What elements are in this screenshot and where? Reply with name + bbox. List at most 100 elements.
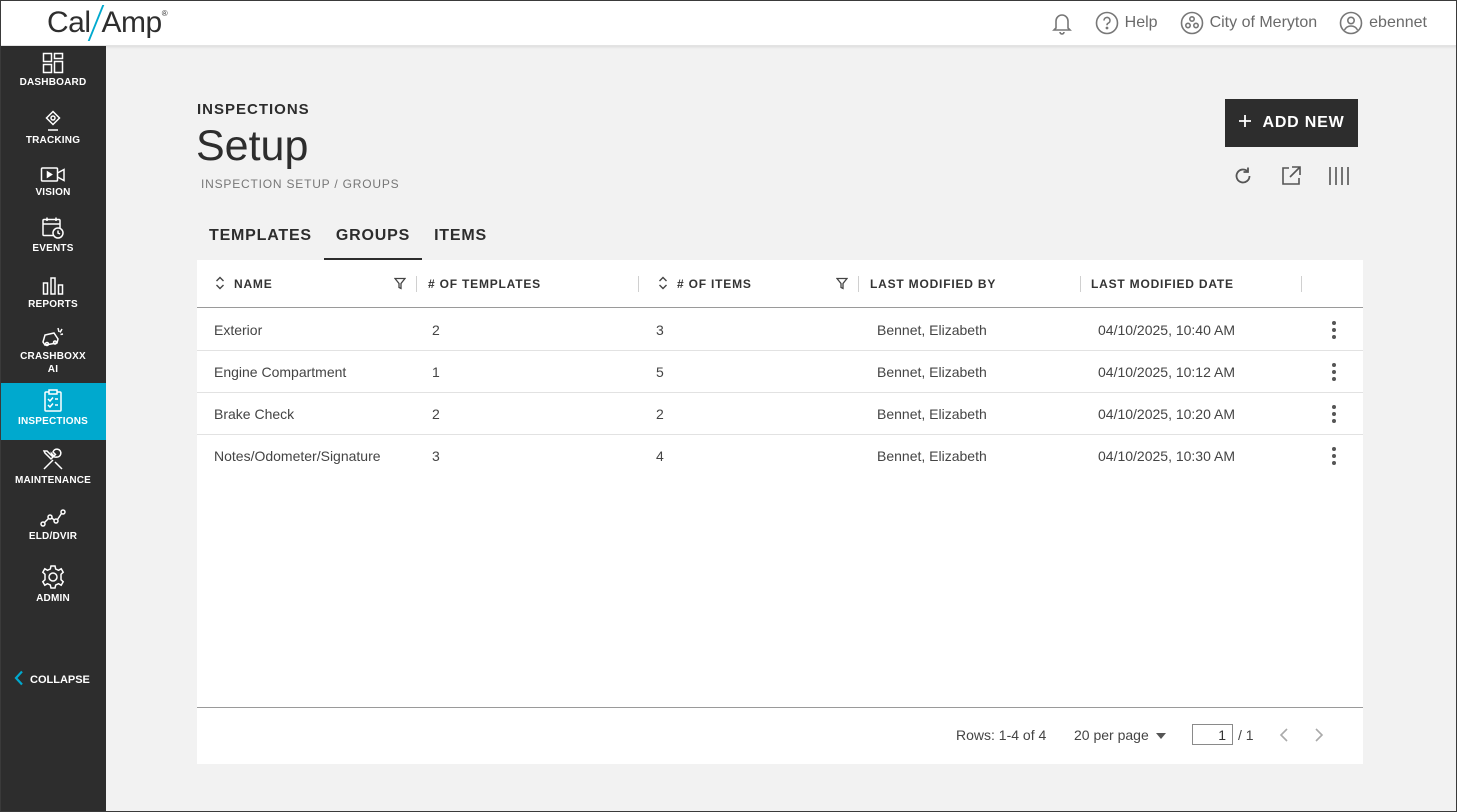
sidebar: DASHBOARD TRACKING VISION EVENTS REPORTS…: [0, 46, 106, 812]
per-page-select[interactable]: 20 per page: [1074, 727, 1167, 743]
user-avatar-icon: [1339, 11, 1363, 35]
section-label: INSPECTIONS: [197, 101, 310, 118]
cell-name: Brake Check: [214, 406, 295, 422]
tab-templates[interactable]: TEMPLATES: [197, 220, 324, 260]
sidebar-item-label: ELD/DVIR: [28, 531, 78, 542]
cell-items-count: 2: [656, 406, 664, 422]
cell-modified-by: Bennet, Elizabeth: [877, 406, 987, 422]
column-header-modified-by[interactable]: LAST MODIFIED BY: [870, 260, 996, 308]
sidebar-item-vision[interactable]: VISION: [0, 166, 106, 202]
column-separator[interactable]: [416, 276, 417, 292]
cell-name: Exterior: [214, 322, 263, 338]
tab-items[interactable]: ITEMS: [422, 220, 499, 260]
rows-info: Rows: 1-4 of 4: [956, 727, 1047, 743]
tab-bar: TEMPLATES GROUPS ITEMS: [197, 220, 499, 260]
filter-icon[interactable]: [835, 277, 849, 295]
cell-modified-date: 04/10/2025, 10:12 AM: [1098, 364, 1235, 380]
sidebar-item-eld-dvir[interactable]: ELD/DVIR: [0, 508, 106, 548]
sidebar-item-label: REPORTS: [28, 299, 78, 310]
column-separator[interactable]: [858, 276, 859, 292]
export-icon[interactable]: [1280, 165, 1302, 192]
help-icon: [1095, 11, 1119, 35]
column-separator[interactable]: [1301, 276, 1302, 292]
sidebar-item-reports[interactable]: REPORTS: [0, 276, 106, 314]
caret-down-icon: [1155, 727, 1167, 743]
column-separator[interactable]: [638, 276, 639, 292]
logo-text-right: Amp: [101, 6, 163, 39]
cell-templates-count: 1: [432, 364, 440, 380]
column-separator[interactable]: [1080, 276, 1081, 292]
row-actions-icon[interactable]: [1324, 447, 1344, 465]
per-page-label: 20 per page: [1074, 727, 1149, 743]
tab-groups[interactable]: GROUPS: [323, 220, 423, 260]
cell-templates-count: 2: [432, 322, 440, 338]
sidebar-item-label: TRACKING: [25, 135, 81, 146]
column-header-templates[interactable]: # OF TEMPLATES: [428, 260, 541, 308]
help-button[interactable]: Help: [1095, 11, 1158, 35]
sort-icon[interactable]: [658, 276, 668, 293]
calamp-logo[interactable]: Cal Amp ®: [47, 4, 168, 42]
previous-page-icon[interactable]: [1278, 727, 1290, 746]
sidebar-item-dashboard[interactable]: DASHBOARD: [0, 52, 106, 98]
top-nav: Help City of Meryton ebennet: [1051, 0, 1427, 46]
table-row[interactable]: Notes/Odometer/Signature 3 4 Bennet, Eli…: [197, 435, 1363, 477]
sidebar-item-tracking[interactable]: TRACKING: [0, 110, 106, 150]
cell-name: Notes/Odometer/Signature: [214, 448, 381, 464]
table-row[interactable]: Brake Check 2 2 Bennet, Elizabeth 04/10/…: [197, 393, 1363, 435]
column-settings-icon[interactable]: [1328, 165, 1352, 192]
row-actions-icon[interactable]: [1324, 363, 1344, 381]
sidebar-item-crashboxx[interactable]: CRASHBOXX AI: [0, 326, 106, 380]
cell-items-count: 3: [656, 322, 664, 338]
table-header: NAME # OF TEMPLATES # OF ITEMS LAST MODI…: [197, 260, 1363, 308]
help-label: Help: [1124, 14, 1158, 31]
clipboard-check-icon: [43, 389, 63, 413]
cell-modified-by: Bennet, Elizabeth: [877, 364, 987, 380]
chevron-left-icon: [14, 670, 24, 689]
column-header-modified-date[interactable]: LAST MODIFIED DATE: [1091, 260, 1234, 308]
sidebar-item-events[interactable]: EVENTS: [0, 216, 106, 258]
sort-icon[interactable]: [215, 276, 225, 293]
column-header-label: LAST MODIFIED DATE: [1091, 277, 1234, 291]
table-row[interactable]: Engine Compartment 1 5 Bennet, Elizabeth…: [197, 351, 1363, 393]
top-bar: Cal Amp ® Help City of Meryton ebennet: [0, 0, 1457, 46]
logo-trademark: ®: [161, 8, 168, 18]
sidebar-item-inspections[interactable]: INSPECTIONS: [0, 383, 106, 440]
filter-icon[interactable]: [393, 277, 407, 295]
row-actions-icon[interactable]: [1324, 405, 1344, 423]
cell-modified-by: Bennet, Elizabeth: [877, 322, 987, 338]
sidebar-item-label: EVENTS: [32, 243, 74, 254]
cell-modified-date: 04/10/2025, 10:40 AM: [1098, 322, 1235, 338]
column-header-label: # OF TEMPLATES: [428, 277, 541, 291]
column-header-label: LAST MODIFIED BY: [870, 277, 997, 291]
refresh-icon[interactable]: [1232, 165, 1254, 192]
video-camera-icon: [40, 166, 66, 184]
bar-chart-icon: [42, 276, 64, 296]
sidebar-item-maintenance[interactable]: MAINTENANCE: [0, 448, 106, 490]
table-row[interactable]: Exterior 2 3 Bennet, Elizabeth 04/10/202…: [197, 309, 1363, 351]
notifications-button[interactable]: [1051, 11, 1073, 35]
add-new-button[interactable]: ADD NEW: [1225, 99, 1358, 147]
route-icon: [40, 508, 66, 528]
collapse-label: COLLAPSE: [30, 673, 90, 686]
page-number-input[interactable]: [1192, 724, 1233, 745]
user-menu[interactable]: ebennet: [1339, 11, 1427, 35]
collapse-button[interactable]: COLLAPSE: [14, 670, 90, 689]
column-header-items[interactable]: # OF ITEMS: [658, 260, 752, 308]
row-actions-icon[interactable]: [1324, 321, 1344, 339]
sidebar-item-label: VISION: [35, 187, 71, 198]
dashboard-icon: [42, 52, 64, 74]
sidebar-item-label-line2: AI: [47, 364, 59, 375]
organization-selector[interactable]: City of Meryton: [1180, 11, 1317, 35]
column-header-label: # OF ITEMS: [677, 277, 752, 291]
user-label: ebennet: [1369, 14, 1427, 31]
cell-templates-count: 2: [432, 406, 440, 422]
cell-modified-date: 04/10/2025, 10:30 AM: [1098, 448, 1235, 464]
groups-table: NAME # OF TEMPLATES # OF ITEMS LAST MODI…: [197, 260, 1363, 764]
location-pin-icon: [44, 110, 62, 132]
crash-car-icon: [41, 326, 65, 348]
column-header-name[interactable]: NAME: [215, 260, 273, 308]
sidebar-item-admin[interactable]: ADMIN: [0, 564, 106, 606]
cell-name: Engine Compartment: [214, 364, 347, 380]
plus-icon: [1238, 114, 1252, 133]
next-page-icon[interactable]: [1313, 727, 1325, 746]
